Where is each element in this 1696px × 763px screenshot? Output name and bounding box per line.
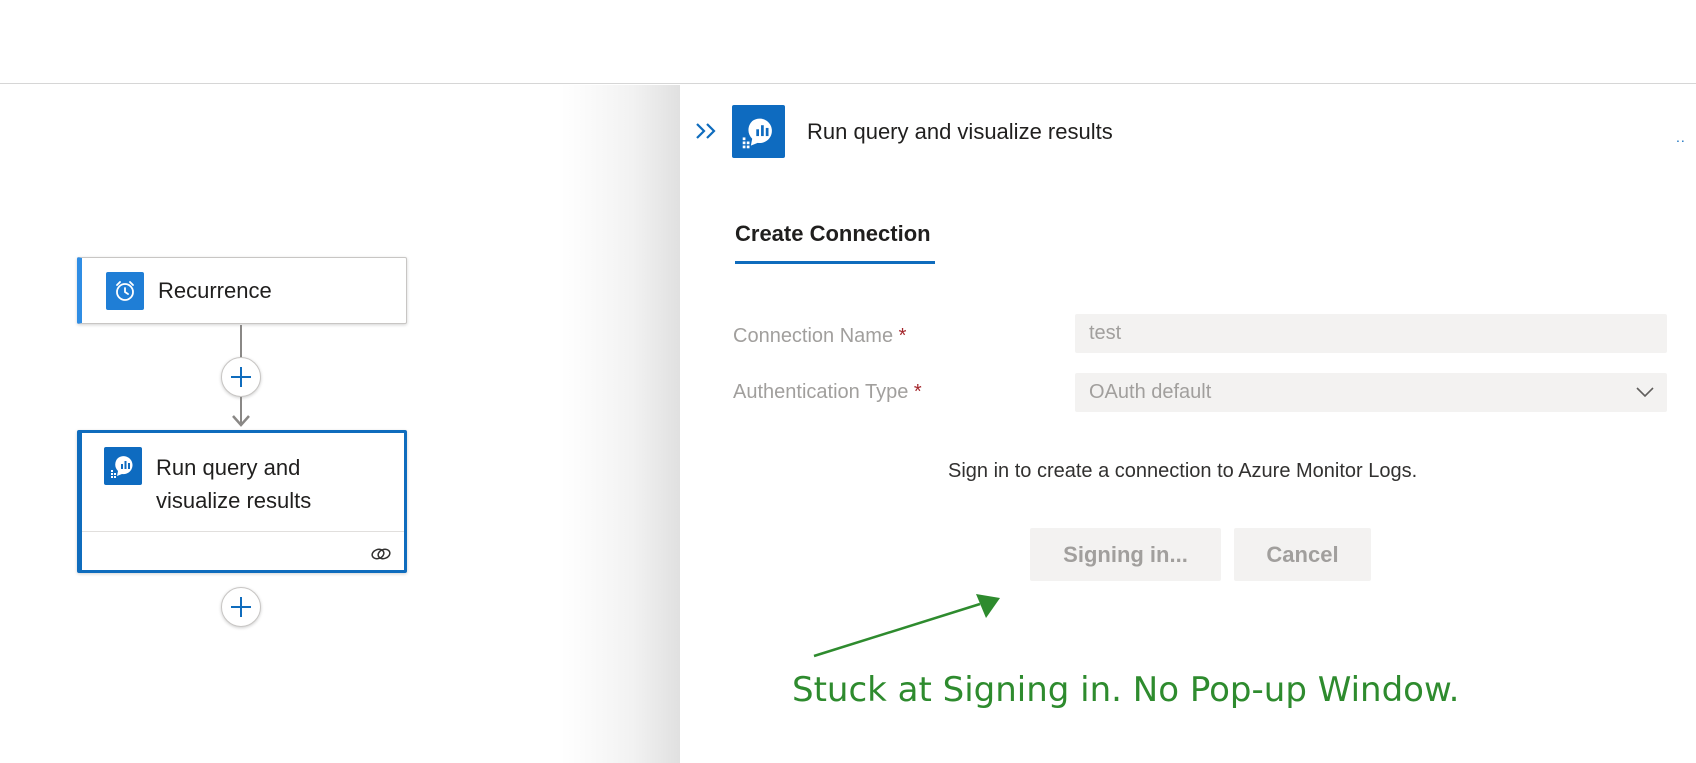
tab-create-connection[interactable]: Create Connection xyxy=(735,221,931,247)
run-query-card-title: Run query and visualize results xyxy=(156,455,312,513)
required-marker: * xyxy=(913,381,922,403)
panel-title: Run query and visualize results xyxy=(807,119,1113,144)
azure-monitor-logs-icon xyxy=(732,105,785,158)
panel-shadow xyxy=(560,85,680,763)
auth-type-dropdown[interactable]: OAuth default xyxy=(1075,373,1667,412)
double-chevron-right-icon[interactable] xyxy=(694,121,720,141)
plus-icon xyxy=(231,597,251,617)
connection-link-icon[interactable] xyxy=(370,546,392,562)
annotation-arrow xyxy=(813,594,1000,658)
signing-in-button[interactable]: Signing in... xyxy=(1030,528,1221,581)
connection-name-value: test xyxy=(1089,322,1122,344)
connector-line xyxy=(240,325,242,358)
card-divider xyxy=(82,531,404,532)
sign-in-message: Sign in to create a connection to Azure … xyxy=(948,460,1418,482)
alarm-clock-icon xyxy=(106,272,144,310)
azure-monitor-logs-icon xyxy=(104,447,142,485)
connection-name-input[interactable]: test xyxy=(1075,314,1667,353)
required-marker: * xyxy=(898,325,907,347)
tab-underline xyxy=(735,261,935,264)
add-step-button[interactable] xyxy=(221,587,261,627)
cancel-button[interactable]: Cancel xyxy=(1234,528,1371,581)
auth-type-value: OAuth default xyxy=(1089,381,1212,403)
run-query-action-card[interactable]: Run query and visualize results xyxy=(77,430,407,573)
connection-name-label: Connection Name * xyxy=(733,325,907,347)
recurrence-card-title: Recurrence xyxy=(158,278,272,303)
connector-arrow-icon xyxy=(232,415,250,427)
chevron-down-icon xyxy=(1636,387,1654,398)
top-bar xyxy=(0,0,1696,84)
auth-type-label: Authentication Type * xyxy=(733,381,922,403)
plus-icon xyxy=(231,367,251,387)
annotation-text: Stuck at Signing in. No Pop-up Window. xyxy=(792,670,1460,710)
ellipsis-icon[interactable]: .. xyxy=(1676,129,1686,145)
add-step-button[interactable] xyxy=(221,357,261,397)
recurrence-trigger-card[interactable]: Recurrence xyxy=(77,257,407,324)
